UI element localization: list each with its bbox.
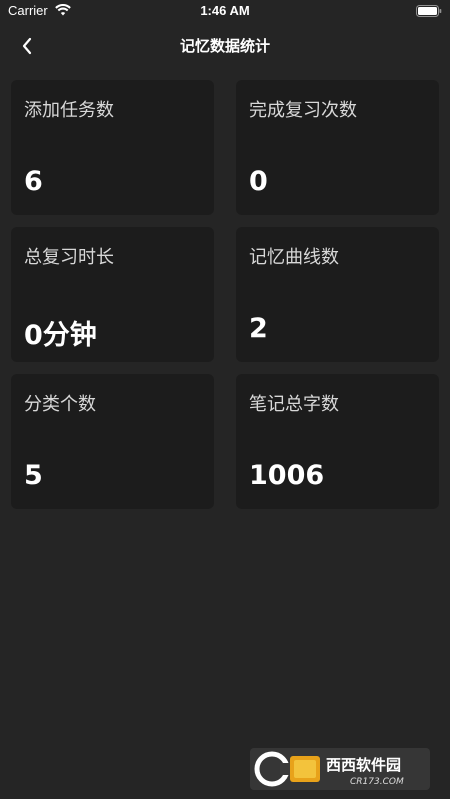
stat-label: 完成复习次数 <box>249 100 357 121</box>
stat-value: 1006 <box>249 460 325 491</box>
watermark-url: CR173.COM <box>350 777 404 787</box>
watermark-logo: 西西软件园 CR173.COM <box>250 748 430 790</box>
stat-card-tasks-added: 添加任务数 6 <box>11 80 214 215</box>
stat-value: 6 <box>24 166 43 197</box>
stat-label: 记忆曲线数 <box>249 247 339 268</box>
stat-value: 0 <box>249 166 268 197</box>
navigation-bar: 记忆数据统计 <box>0 24 450 68</box>
stat-value: 5 <box>24 460 43 491</box>
stat-card-note-word-count: 笔记总字数 1006 <box>236 374 439 509</box>
page-title: 记忆数据统计 <box>179 37 270 55</box>
battery-icon <box>416 5 442 17</box>
stat-label: 添加任务数 <box>24 100 114 121</box>
stat-card-total-review-time: 总复习时长 0分钟 <box>11 227 214 362</box>
stat-card-category-count: 分类个数 5 <box>11 374 214 509</box>
stats-grid: 添加任务数 6 完成复习次数 0 总复习时长 0分钟 记忆曲线数 2 分类个数 … <box>11 80 439 509</box>
stat-label: 总复习时长 <box>24 247 114 268</box>
stat-label: 分类个数 <box>24 394 96 415</box>
stat-value: 2 <box>249 313 268 344</box>
watermark-brand: 西西软件园 <box>326 756 401 774</box>
stat-card-memory-curves: 记忆曲线数 2 <box>236 227 439 362</box>
stat-card-reviews-completed: 完成复习次数 0 <box>236 80 439 215</box>
status-time: 1:46 AM <box>200 3 250 18</box>
stat-label: 笔记总字数 <box>249 394 339 415</box>
stat-value: 0分钟 <box>24 320 97 351</box>
status-bar: Carrier 1:46 AM <box>0 0 450 24</box>
